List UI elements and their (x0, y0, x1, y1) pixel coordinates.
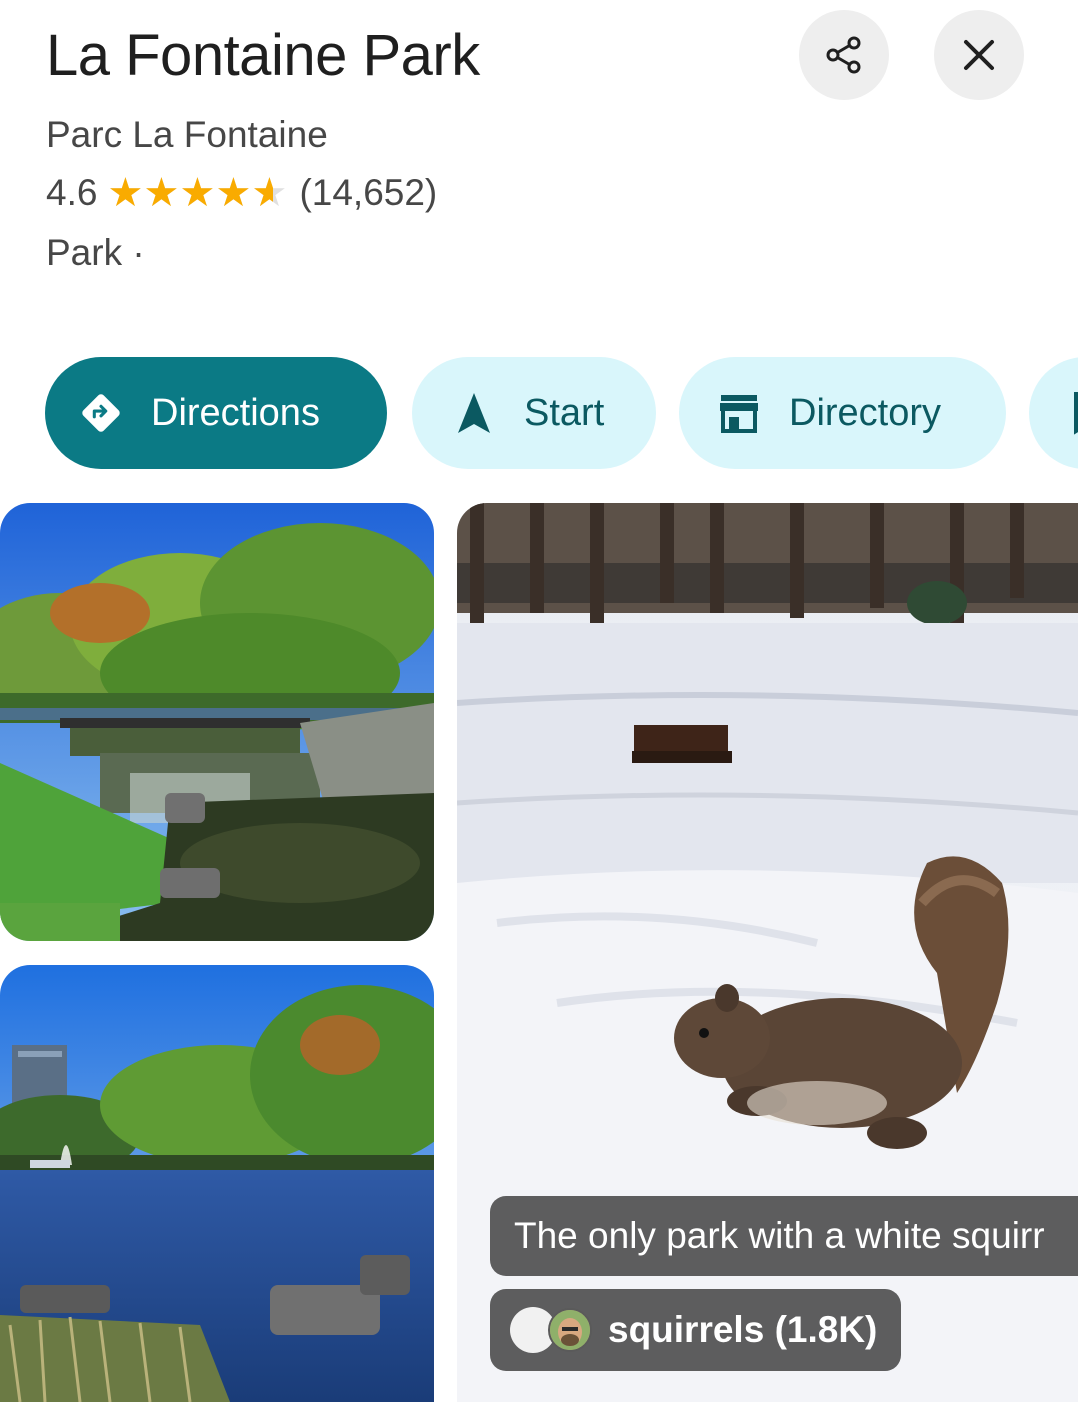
star-icon: ★ ★ (215, 171, 252, 215)
share-icon (826, 36, 861, 74)
user-avatar (548, 1308, 592, 1352)
action-chips: Directions Start Directory (0, 357, 1078, 469)
navigation-arrow-icon (452, 391, 496, 435)
start-label: Start (524, 391, 605, 434)
more-action-chip[interactable] (1029, 357, 1078, 469)
star-icon: ★ ★ (179, 171, 216, 215)
rating-stars: ★ ★ ★ ★ ★ ★ ★ ★ ★ ★ (107, 171, 288, 215)
directions-button[interactable]: Directions (45, 357, 387, 469)
park-photo-pond[interactable] (0, 965, 434, 1402)
bookmark-icon (1067, 391, 1078, 435)
place-title: La Fontaine Park (46, 23, 480, 88)
rating-row[interactable]: 4.6 ★ ★ ★ ★ ★ ★ ★ ★ ★ ★ (14,652) (46, 172, 437, 214)
directory-button[interactable]: Directory (679, 357, 1006, 469)
star-fill: ★ (107, 175, 144, 211)
photo-caption: The only park with a white squirr (490, 1196, 1078, 1276)
place-category: Park · (46, 232, 145, 273)
star-icon: ★ ★ (107, 171, 144, 215)
review-count: (14,652) (299, 172, 438, 213)
close-icon (964, 40, 994, 70)
place-subtitle: Parc La Fontaine (46, 114, 328, 155)
star-fill: ★ (179, 175, 216, 211)
start-button[interactable]: Start (412, 357, 656, 469)
star-fill: ★ (143, 175, 180, 211)
close-button[interactable] (934, 10, 1024, 100)
tag-label: squirrels (1.8K) (608, 1309, 878, 1350)
photo-topic-tag[interactable]: squirrels (1.8K) (490, 1289, 902, 1371)
star-icon: ★ ★ (143, 171, 180, 215)
directory-label: Directory (789, 391, 942, 434)
star-fill: ★ (251, 175, 274, 211)
star-fill: ★ (215, 175, 252, 211)
storefront-icon (717, 391, 761, 435)
park-photo-waterfall[interactable] (0, 503, 434, 941)
directions-label: Directions (151, 391, 320, 434)
directions-icon (79, 391, 123, 435)
rating-value: 4.6 (46, 172, 98, 213)
share-button[interactable] (799, 10, 889, 100)
star-icon: ★ ★ (251, 171, 288, 215)
